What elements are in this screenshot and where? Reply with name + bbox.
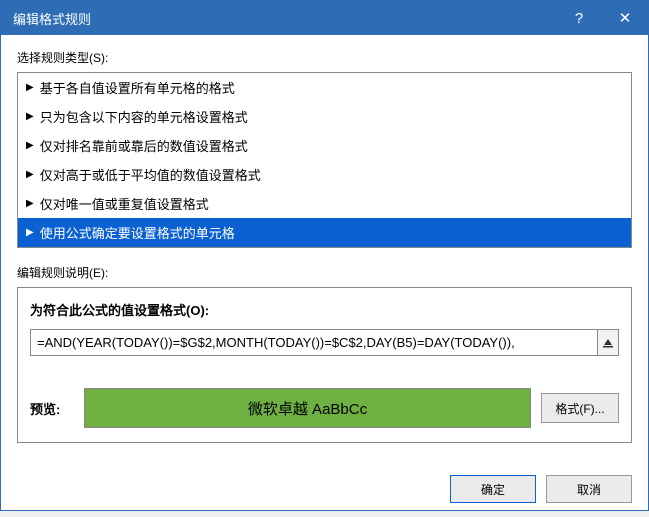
rule-type-item-label: 仅对排名靠前或靠后的数值设置格式 <box>40 136 248 155</box>
arrow-icon: ▶ <box>26 83 34 93</box>
format-preview: 微软卓越 AaBbCc <box>84 388 531 428</box>
rule-type-item-label: 只为包含以下内容的单元格设置格式 <box>40 107 248 126</box>
rule-type-list[interactable]: ▶ 基于各自值设置所有单元格的格式 ▶ 只为包含以下内容的单元格设置格式 ▶ 仅对排名靠前… <box>17 72 632 248</box>
formula-row <box>30 329 619 356</box>
rule-type-label: 选择规则类型(S): <box>17 49 632 66</box>
rule-edit-panel: 为符合此公式的值设置格式(O): 预览: 微软卓越 AaBbCc 格式(F)..… <box>17 287 632 443</box>
format-button[interactable]: 格式(F)... <box>541 393 619 423</box>
preview-row: 预览: 微软卓越 AaBbCc 格式(F)... <box>30 388 619 428</box>
rule-type-item-label: 使用公式确定要设置格式的单元格 <box>40 223 235 242</box>
formula-input[interactable] <box>30 329 597 356</box>
dialog-title: 编辑格式规则 <box>13 9 556 28</box>
arrow-icon: ▶ <box>26 228 34 238</box>
range-picker-button[interactable] <box>597 329 619 356</box>
formula-label: 为符合此公式的值设置格式(O): <box>30 300 619 319</box>
rule-type-item-label: 仅对高于或低于平均值的数值设置格式 <box>40 165 261 184</box>
preview-label: 预览: <box>30 399 74 418</box>
arrow-icon: ▶ <box>26 170 34 180</box>
rule-type-item[interactable]: ▶ 仅对高于或低于平均值的数值设置格式 <box>18 160 631 189</box>
cancel-button[interactable]: 取消 <box>546 475 632 503</box>
rule-type-item[interactable]: ▶ 使用公式确定要设置格式的单元格 <box>18 218 631 247</box>
close-button[interactable]: ✕ <box>602 1 648 35</box>
rule-type-item-label: 仅对唯一值或重复值设置格式 <box>40 194 209 213</box>
rule-type-item[interactable]: ▶ 基于各自值设置所有单元格的格式 <box>18 73 631 102</box>
help-button[interactable]: ? <box>556 1 602 35</box>
rule-type-item-label: 基于各自值设置所有单元格的格式 <box>40 78 235 97</box>
arrow-icon: ▶ <box>26 199 34 209</box>
ok-button[interactable]: 确定 <box>450 475 536 503</box>
dialog-footer: 确定 取消 <box>1 467 648 517</box>
dialog-content: 选择规则类型(S): ▶ 基于各自值设置所有单元格的格式 ▶ 只为包含以下内容的单元格… <box>1 35 648 467</box>
rule-type-item[interactable]: ▶ 只为包含以下内容的单元格设置格式 <box>18 102 631 131</box>
collapse-icon <box>602 337 614 349</box>
rule-type-item[interactable]: ▶ 仅对排名靠前或靠后的数值设置格式 <box>18 131 631 160</box>
titlebar: 编辑格式规则 ? ✕ <box>1 1 648 35</box>
arrow-icon: ▶ <box>26 141 34 151</box>
rule-type-item[interactable]: ▶ 仅对唯一值或重复值设置格式 <box>18 189 631 218</box>
edit-description-label: 编辑规则说明(E): <box>17 264 632 281</box>
arrow-icon: ▶ <box>26 112 34 122</box>
edit-format-rule-dialog: 编辑格式规则 ? ✕ 选择规则类型(S): ▶ 基于各自值设置所有单元格的格式 ▶ 只… <box>0 0 649 511</box>
